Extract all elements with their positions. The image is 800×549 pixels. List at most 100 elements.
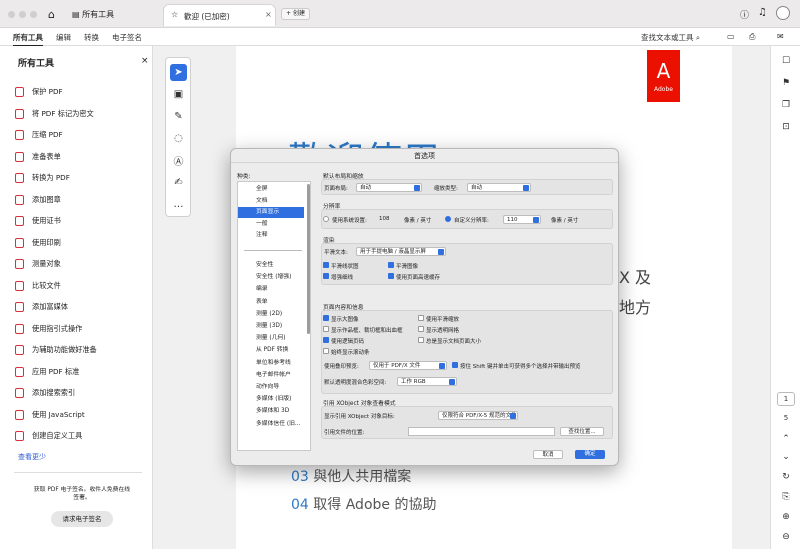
page-cache-checkbox[interactable] — [388, 273, 394, 279]
close-tab-icon[interactable]: × — [265, 10, 272, 19]
zoom-in-icon[interactable]: ⊕ — [777, 512, 795, 526]
smooth-line-art-checkbox[interactable] — [323, 262, 329, 268]
search-tools-button[interactable]: 查找文本或工具 ⌕ — [641, 32, 700, 43]
menu-edit[interactable]: 编辑 — [56, 32, 71, 43]
zoom-type-select[interactable]: 自动 — [467, 183, 531, 192]
chevron-down-icon[interactable]: ⌄ — [777, 452, 795, 466]
sidebar-item-0[interactable]: 保护 PDF — [15, 83, 63, 101]
text-tool-icon[interactable]: Ⓐ — [170, 152, 187, 169]
menu-all-tools[interactable]: 所有工具 — [13, 32, 43, 47]
xobject-target-select[interactable]: 仅限符合 PDF/X-5 规范的文件 — [438, 411, 518, 420]
see-less-link[interactable]: 查看更少 — [18, 452, 46, 462]
menu-convert[interactable]: 转换 — [84, 32, 99, 43]
page-layout-select[interactable]: 自动 — [356, 183, 422, 192]
category-item[interactable]: 文档 — [238, 196, 304, 207]
logical-page-numbers-checkbox[interactable] — [323, 337, 329, 343]
print-icon[interactable]: ⎙ — [749, 32, 755, 42]
select-tool-icon[interactable]: ➤ — [170, 64, 187, 81]
sidebar-item-3[interactable]: 准备表单 — [15, 148, 61, 166]
category-item[interactable]: 表单 — [238, 297, 304, 308]
custom-resolution-input[interactable]: 110 — [503, 215, 541, 224]
blend-space-select[interactable]: 工作 RGB — [397, 377, 457, 386]
cancel-button[interactable]: 取消 — [533, 450, 563, 459]
sidebar-item-5[interactable]: 添加图章 — [15, 191, 61, 209]
categories-list[interactable]: 全屏 文档 页面显示 一般 注释 安全性 安全性 (增强) 编录 表单 测量 (2D) 测量 (3… — [237, 181, 311, 451]
tools-tab[interactable]: ▤ 所有工具 — [72, 9, 114, 20]
sidebar-item-12[interactable]: 为辅助功能做好准备 — [15, 341, 97, 359]
custom-resolution-radio[interactable] — [445, 216, 451, 222]
sidebar-item-8[interactable]: 测量对象 — [15, 255, 61, 273]
bell-icon[interactable]: ♫ — [758, 7, 767, 18]
sidebar-item-7[interactable]: 使用印刷 — [15, 234, 61, 252]
sidebar-item-1[interactable]: 将 PDF 标记为密文 — [15, 105, 94, 123]
sidebar-item-10[interactable]: 添加富媒体 — [15, 298, 68, 316]
smooth-zoom-checkbox[interactable] — [418, 315, 424, 321]
close-icon[interactable]: × — [141, 56, 149, 66]
page-size-checkbox[interactable] — [418, 337, 424, 343]
menu-esign[interactable]: 电子签名 — [112, 32, 142, 43]
xobject-location-input[interactable] — [408, 427, 555, 436]
maximize-window-button[interactable] — [30, 11, 37, 18]
system-resolution-radio[interactable] — [323, 216, 329, 222]
sidebar-item-6[interactable]: 使用证书 — [15, 212, 61, 230]
sidebar-item-14[interactable]: 添加搜索索引 — [15, 384, 75, 402]
comments-panel-icon[interactable]: ☐ — [777, 56, 795, 70]
category-item[interactable]: 动作向导 — [238, 382, 304, 393]
sidebar-item-13[interactable]: 应用 PDF 标准 — [15, 363, 79, 381]
sidebar-item-9[interactable]: 比较文件 — [15, 277, 61, 295]
ok-button[interactable]: 确定 — [575, 450, 605, 459]
help-icon[interactable]: ⓘ — [740, 8, 749, 21]
category-item[interactable]: 测量 (3D) — [238, 321, 304, 332]
transparency-grid-checkbox[interactable] — [418, 326, 424, 332]
scrollbars-checkbox[interactable] — [323, 348, 329, 354]
category-item[interactable]: 电子邮件帐户 — [238, 370, 304, 381]
sign-tool-icon[interactable]: ✍ — [170, 174, 187, 191]
category-item[interactable]: 单位和参考线 — [238, 358, 304, 369]
category-item[interactable]: 全屏 — [238, 184, 304, 195]
category-item[interactable]: 多媒体和 3D — [238, 406, 304, 417]
sidebar-item-11[interactable]: 使用指引式操作 — [15, 320, 82, 338]
avatar[interactable] — [776, 6, 790, 20]
show-art-boxes-checkbox[interactable] — [323, 326, 329, 332]
sidebar-item-15[interactable]: 使用 JavaScript — [15, 406, 85, 424]
close-window-button[interactable] — [8, 11, 15, 18]
smooth-text-select[interactable]: 用于手提电脑 / 液晶显示屏 — [356, 247, 446, 256]
star-icon[interactable]: ☆ — [171, 10, 178, 19]
show-large-images-checkbox[interactable] — [323, 315, 329, 321]
category-item[interactable]: 页面显示 — [238, 207, 304, 218]
category-item[interactable]: 测量 (2D) — [238, 309, 304, 320]
rotate-icon[interactable]: ↻ — [777, 472, 795, 486]
request-esign-button[interactable]: 请求电子签名 — [51, 511, 113, 527]
lasso-tool-icon[interactable]: ◌ — [170, 130, 187, 147]
lock-icon[interactable]: ⊡ — [777, 122, 795, 136]
category-item[interactable]: 从 PDF 转换 — [238, 345, 304, 356]
bookmarks-panel-icon[interactable]: ⚑ — [777, 78, 795, 92]
zoom-out-icon[interactable]: ⊖ — [777, 532, 795, 546]
pages-panel-icon[interactable]: ❐ — [777, 100, 795, 114]
category-item[interactable]: 编录 — [238, 284, 304, 295]
home-icon[interactable]: ⌂ — [48, 8, 55, 21]
pen-tool-icon[interactable]: ✎ — [170, 108, 187, 125]
page-number-field[interactable]: 1 — [777, 392, 795, 406]
browse-location-button[interactable]: 查找位置... — [560, 427, 604, 436]
category-item[interactable]: 安全性 (增强) — [238, 272, 304, 283]
minimize-window-button[interactable] — [19, 11, 26, 18]
sidebar-item-4[interactable]: 转换为 PDF — [15, 169, 70, 187]
enhance-thin-lines-checkbox[interactable] — [323, 273, 329, 279]
more-tools-icon[interactable]: … — [170, 196, 187, 213]
category-item[interactable]: 多媒体 (旧版) — [238, 394, 304, 405]
document-tab[interactable]: ☆ 歡迎 (已加密) × — [163, 4, 276, 26]
category-item[interactable]: 多媒体信任 (旧... — [238, 419, 304, 430]
save-icon[interactable]: ▭ — [727, 32, 735, 41]
sidebar-item-2[interactable]: 压缩 PDF — [15, 126, 63, 144]
create-tab-button[interactable]: + 创建 — [281, 8, 310, 20]
category-item[interactable]: 一般 — [238, 219, 304, 230]
fit-page-icon[interactable]: ⎘ — [777, 492, 795, 506]
categories-scrollbar[interactable] — [307, 184, 310, 334]
smooth-images-checkbox[interactable] — [388, 262, 394, 268]
overprint-select[interactable]: 仅用于 PDF/X 文件 — [369, 361, 447, 370]
comment-tool-icon[interactable]: ▣ — [170, 86, 187, 103]
shift-click-checkbox[interactable] — [452, 362, 458, 368]
sidebar-item-16[interactable]: 创建自定义工具 — [15, 427, 82, 445]
mail-icon[interactable]: ✉ — [777, 32, 784, 41]
